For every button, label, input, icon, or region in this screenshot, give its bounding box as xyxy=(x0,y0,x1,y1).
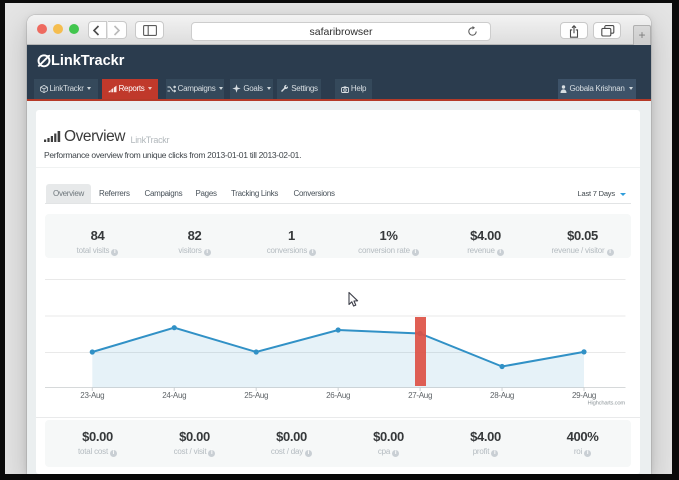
svg-text:29-Aug: 29-Aug xyxy=(572,391,596,400)
svg-text:23-Aug: 23-Aug xyxy=(80,391,104,400)
svg-text:28-Aug: 28-Aug xyxy=(490,391,514,400)
svg-text:Highcharts.com: Highcharts.com xyxy=(588,401,626,407)
svg-text:26-Aug: 26-Aug xyxy=(326,391,350,400)
svg-text:25-Aug: 25-Aug xyxy=(244,391,268,400)
svg-text:24-Aug: 24-Aug xyxy=(162,391,186,400)
svg-text:27-Aug: 27-Aug xyxy=(408,391,432,400)
